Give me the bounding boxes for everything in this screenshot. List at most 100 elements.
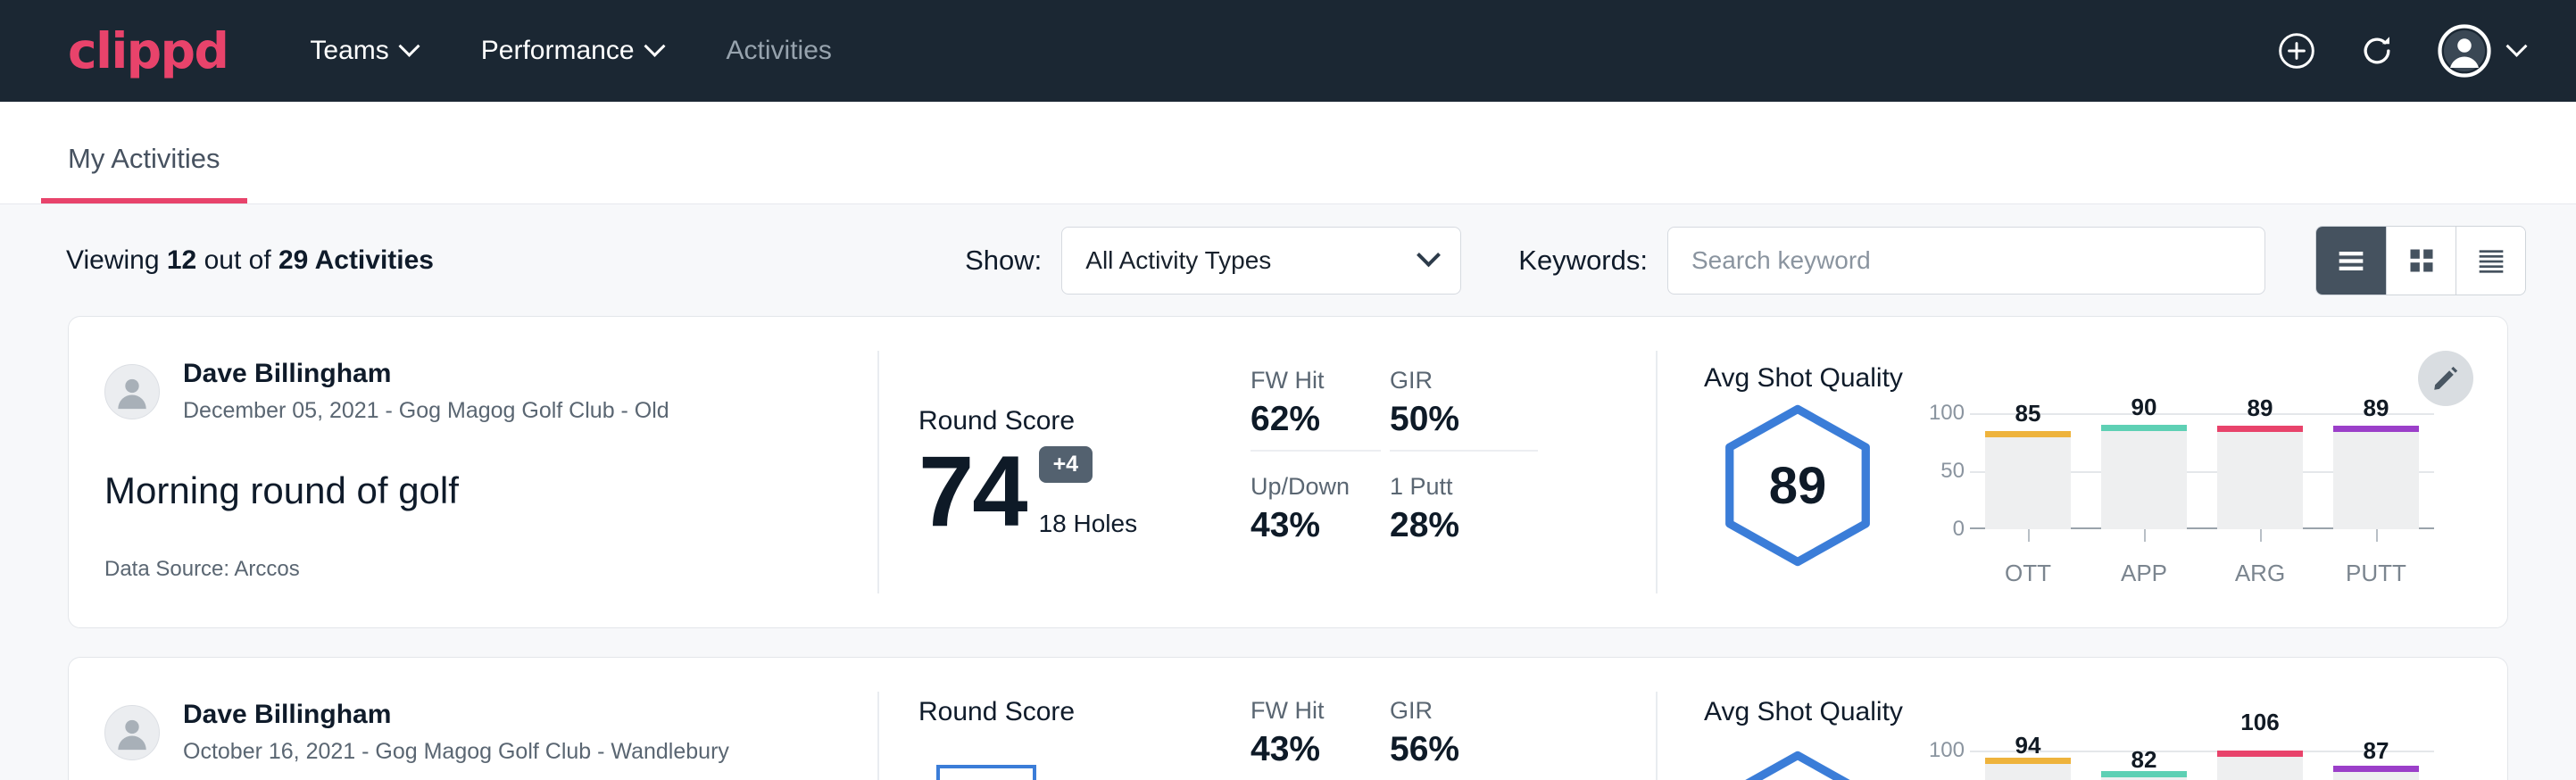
- top-navigation-bar: clippd Teams Performance Activities: [0, 0, 2576, 102]
- bar-cap: [1985, 431, 2071, 437]
- nav-item-teams[interactable]: Teams: [304, 27, 421, 75]
- avatar: [104, 705, 160, 760]
- stat-fw-hit: FW Hit 43%: [1251, 697, 1381, 780]
- activity-data-source: Data Source: Arccos: [104, 557, 877, 582]
- avg-shot-quality-value: 89: [1769, 456, 1827, 516]
- nav-item-performance-label: Performance: [481, 36, 635, 66]
- person-icon: [112, 371, 153, 412]
- chart-y-axis: 100 50 0: [1915, 413, 1970, 529]
- x-tick: [2028, 529, 2030, 542]
- bar-cap: [2217, 426, 2303, 432]
- view-mode-compact-button[interactable]: [2456, 227, 2525, 295]
- bar-column-arg: 106: [2202, 751, 2318, 780]
- activity-title: Morning round of golf: [104, 469, 877, 512]
- view-mode-toggle-group: [2315, 226, 2526, 295]
- search-input[interactable]: [1667, 227, 2265, 295]
- nav-actions: [2277, 24, 2524, 78]
- card-stats-section: FW Hit 62% GIR 50% Up/Down 43% 1 Putt 28…: [1236, 317, 1656, 627]
- grid-view-icon: [2404, 243, 2439, 278]
- chevron-down-icon: [2505, 35, 2527, 56]
- stat-label: 1 Putt: [1390, 473, 1538, 501]
- player-identity: Dave Billingham December 05, 2021 - Gog …: [183, 356, 669, 427]
- stat-one-putt: 1 Putt 28%: [1390, 473, 1538, 556]
- add-activity-button[interactable]: [2277, 31, 2316, 71]
- player-identity: Dave Billingham October 16, 2021 - Gog M…: [183, 697, 729, 768]
- shot-quality-hexagon: [1704, 749, 1891, 780]
- viewing-count-text: Viewing 12 out of 29 Activities: [66, 245, 434, 276]
- x-label-arg: ARG: [2202, 560, 2318, 587]
- bar-cap: [2333, 766, 2419, 772]
- page-tab-bar: My Activities: [0, 102, 2576, 204]
- view-mode-grid-button[interactable]: [2386, 227, 2456, 295]
- nav-item-performance[interactable]: Performance: [476, 27, 668, 75]
- card-shot-quality-section: Avg Shot Quality 100: [1658, 658, 2507, 780]
- bar-value-label: 89: [2248, 394, 2273, 422]
- bar-column-ott: 85: [1970, 413, 2086, 529]
- view-mode-list-button[interactable]: [2316, 227, 2386, 295]
- y-tick-0: 0: [1953, 517, 1965, 542]
- bar-cap: [2333, 426, 2419, 432]
- player-header: Dave Billingham December 05, 2021 - Gog …: [104, 356, 877, 427]
- bar-app: [2101, 425, 2187, 529]
- shot-quality-bar-chart: 100 94: [1915, 751, 2434, 780]
- chevron-down-icon: [1417, 243, 1441, 267]
- x-label-ott: OTT: [1970, 560, 2086, 587]
- bar-value-label: 94: [2015, 732, 2041, 759]
- bar-app: [2101, 771, 2187, 780]
- round-score-side: +4 18 Holes: [1039, 446, 1138, 538]
- bar-arg: [2217, 426, 2303, 529]
- activity-card[interactable]: Dave Billingham December 05, 2021 - Gog …: [68, 316, 2508, 628]
- round-score-value-row: 74 +4 18 Holes: [918, 445, 1236, 537]
- clippd-logo[interactable]: clippd: [68, 22, 228, 79]
- shot-quality-bar-chart: 100 50 0 85: [1915, 413, 2434, 587]
- bar-cap: [1985, 758, 2071, 764]
- activity-card[interactable]: Dave Billingham October 16, 2021 - Gog M…: [68, 657, 2508, 780]
- y-tick-100: 100: [1929, 738, 1965, 763]
- player-name: Dave Billingham: [183, 697, 729, 732]
- round-score-value-row: [918, 751, 1236, 780]
- stat-up-down: Up/Down 43%: [1251, 473, 1381, 556]
- bar-cap: [2217, 751, 2303, 757]
- refresh-button[interactable]: [2357, 31, 2397, 71]
- card-player-section: Dave Billingham December 05, 2021 - Gog …: [69, 317, 877, 627]
- activity-card-list: Dave Billingham December 05, 2021 - Gog …: [0, 316, 2576, 780]
- bar-column-arg: 89: [2202, 413, 2318, 529]
- nav-item-activities-label: Activities: [727, 36, 832, 66]
- chevron-down-icon: [398, 35, 420, 56]
- card-round-score-section: Round Score 74 +4 18 Holes: [879, 317, 1236, 627]
- nav-item-activities[interactable]: Activities: [721, 27, 837, 75]
- activity-meta: December 05, 2021 - Gog Magog Golf Club …: [183, 394, 669, 427]
- avg-shot-quality-label: Avg Shot Quality: [1704, 363, 2507, 394]
- stat-value: 50%: [1390, 400, 1538, 439]
- bar-column-putt: 89: [2318, 413, 2434, 529]
- account-menu[interactable]: [2438, 24, 2524, 78]
- edit-activity-button[interactable]: [2418, 351, 2473, 406]
- x-tick: [2376, 529, 2378, 542]
- bar-arg: [2217, 751, 2303, 780]
- card-round-score-section: Round Score: [879, 658, 1236, 780]
- avatar: [104, 364, 160, 419]
- person-icon: [112, 712, 153, 753]
- viewing-total: 29 Activities: [278, 245, 434, 275]
- tab-my-activities[interactable]: My Activities: [41, 143, 247, 203]
- activity-type-select[interactable]: All Activity Types: [1061, 227, 1461, 295]
- x-label-app: APP: [2086, 560, 2202, 587]
- chart-bars: 94 82: [1970, 751, 2434, 780]
- main-nav-links: Teams Performance Activities: [304, 27, 836, 75]
- hexagon-icon: [1715, 749, 1881, 780]
- bar-value-label: 89: [2364, 394, 2389, 422]
- chart-plot-area: 94 82: [1970, 751, 2434, 780]
- avg-shot-quality-body: 100 94: [1704, 743, 2507, 780]
- card-player-section: Dave Billingham October 16, 2021 - Gog M…: [69, 658, 877, 780]
- card-shot-quality-section: Avg Shot Quality 89 100 50 0: [1658, 317, 2507, 627]
- y-tick-50: 50: [1940, 459, 1965, 484]
- round-score-partial-shape: [918, 751, 1052, 780]
- stat-value: 43%: [1251, 506, 1381, 545]
- bar-value-label: 106: [2240, 709, 2279, 736]
- plus-circle-icon: [2277, 31, 2316, 71]
- keywords-label: Keywords:: [1518, 245, 1648, 277]
- bar-ott: [1985, 431, 2071, 530]
- pencil-icon: [2431, 363, 2461, 394]
- compact-view-icon: [2473, 243, 2509, 278]
- stat-value: 56%: [1390, 730, 1538, 769]
